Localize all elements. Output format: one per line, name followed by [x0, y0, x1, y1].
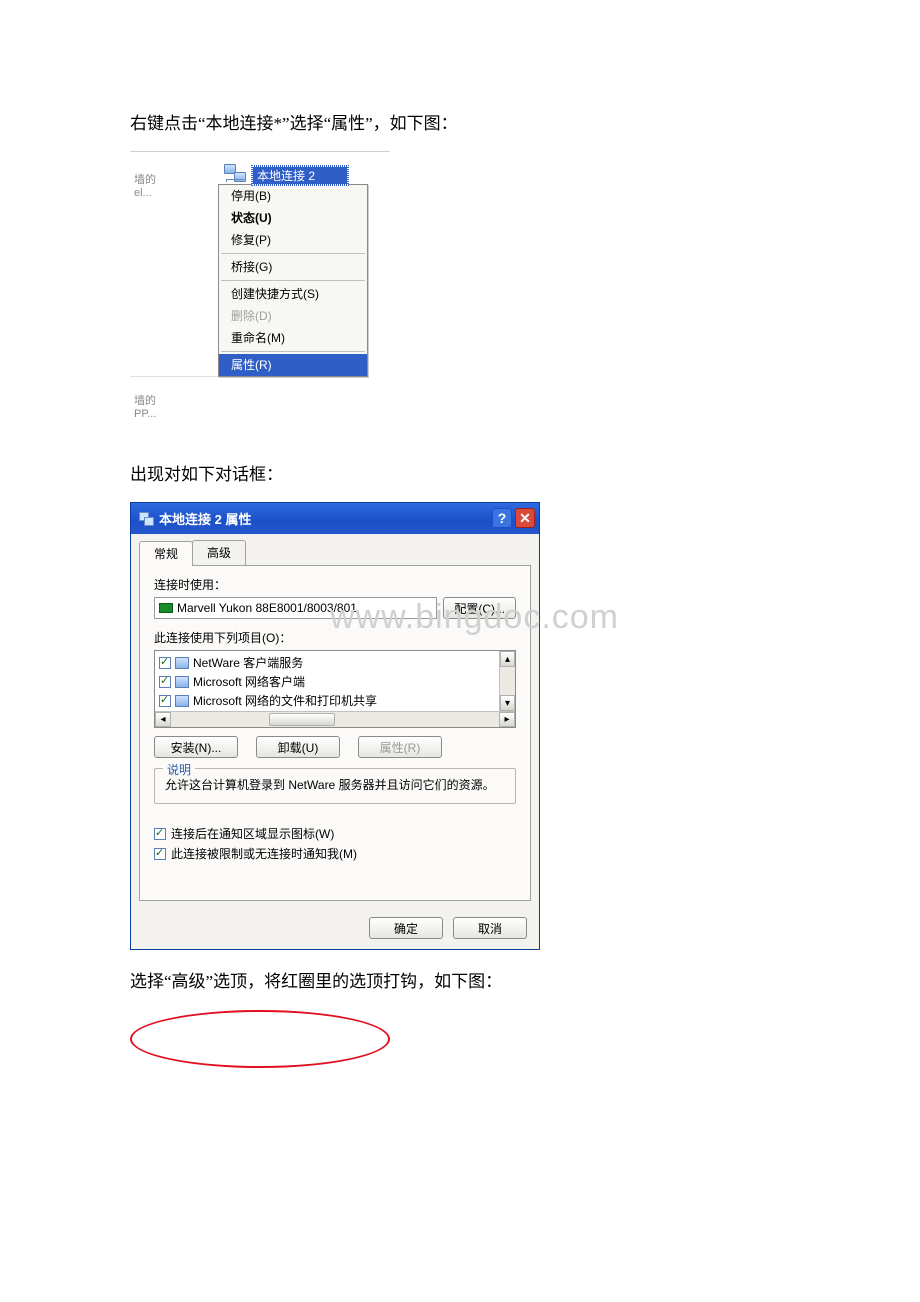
paragraph-3: 选择“高级”选顶，将红圈里的选顶打钩，如下图： [130, 968, 790, 995]
list-item[interactable]: Microsoft 网络的文件和打印机共享 [155, 691, 515, 710]
menu-bridge[interactable]: 桥接(G) [219, 256, 367, 278]
item-label: Microsoft 网络客户端 [193, 673, 305, 690]
tab-strip: 常规 高级 [131, 534, 539, 565]
scroll-up-icon[interactable]: ▴ [500, 651, 515, 667]
description-groupbox: 说明 允许这台计算机登录到 NetWare 服务器并且访问它们的资源。 [154, 768, 516, 804]
tab-body-general: 连接时使用： Marvell Yukon 88E8001/8003/801 配置… [139, 565, 531, 901]
adapter-name: Marvell Yukon 88E8001/8003/801 [177, 601, 357, 615]
notify-label: 此连接被限制或无连接时通知我(M) [171, 845, 357, 862]
cancel-button[interactable]: 取消 [453, 917, 527, 939]
menu-rename[interactable]: 重命名(M) [219, 327, 367, 349]
description-text: 允许这台计算机登录到 NetWare 服务器并且访问它们的资源。 [165, 777, 505, 793]
ok-button[interactable]: 确定 [369, 917, 443, 939]
paragraph-1: 右键点击“本地连接*”选择“属性”，如下图： [130, 110, 790, 137]
help-button[interactable]: ? [492, 508, 512, 528]
connection-name-selected[interactable]: 本地连接 2 [252, 166, 348, 185]
service-icon [175, 695, 189, 707]
uninstall-button[interactable]: 卸载(U) [256, 736, 340, 758]
gutter-text: 墙的 [134, 174, 214, 187]
network-card-icon [159, 603, 173, 613]
checkbox-icon[interactable] [154, 848, 166, 860]
show-icon-label: 连接后在通知区域显示图标(W) [171, 825, 334, 842]
checkbox-icon[interactable] [159, 657, 171, 669]
notify-checkbox-row[interactable]: 此连接被限制或无连接时通知我(M) [154, 845, 516, 862]
dialog-title: 本地连接 2 属性 [159, 509, 251, 528]
menu-disable[interactable]: 停用(B) [219, 185, 367, 207]
tab-advanced[interactable]: 高级 [192, 540, 246, 565]
checkbox-icon[interactable] [159, 676, 171, 688]
gutter-text: 墙的 [134, 395, 214, 408]
menu-separator [221, 351, 365, 352]
title-bar[interactable]: 本地连接 2 属性 ? ✕ [131, 503, 539, 534]
gutter-text: PP... [134, 408, 214, 421]
left-gutter-1: 墙的 el... [130, 156, 218, 377]
item-label: Microsoft 网络的文件和打印机共享 [193, 692, 377, 709]
adapter-field: Marvell Yukon 88E8001/8003/801 [154, 597, 437, 619]
menu-separator [221, 253, 365, 254]
paragraph-2: 出现对如下对话框： [130, 461, 790, 488]
tab-general[interactable]: 常规 [139, 541, 193, 566]
service-icon [175, 657, 189, 669]
label-this-connection-items: 此连接使用下列项目(O)： [154, 629, 516, 646]
scroll-down-icon[interactable]: ▾ [500, 695, 515, 711]
menu-status[interactable]: 状态(U) [219, 207, 367, 229]
red-ellipse-icon [130, 1010, 390, 1068]
close-button[interactable]: ✕ [515, 508, 535, 528]
checkbox-icon[interactable] [159, 695, 171, 707]
properties-dialog: 本地连接 2 属性 ? ✕ 常规 高级 连接时使用： Marvell Yukon… [130, 502, 540, 950]
item-properties-button: 属性(R) [358, 736, 442, 758]
menu-create-shortcut[interactable]: 创建快捷方式(S) [219, 283, 367, 305]
menu-properties[interactable]: 属性(R) [219, 354, 367, 376]
red-circle-annotation [130, 1010, 790, 1068]
list-item[interactable]: NetWare 客户端服务 [155, 653, 515, 672]
menu-separator [221, 280, 365, 281]
connection-items-listbox[interactable]: NetWare 客户端服务 Microsoft 网络客户端 Microsoft … [154, 650, 516, 728]
scroll-left-icon[interactable]: ◂ [155, 712, 171, 727]
scroll-right-icon[interactable]: ▸ [499, 712, 515, 727]
gutter-text: el... [134, 187, 214, 200]
menu-delete: 删除(D) [219, 305, 367, 327]
left-gutter-2: 墙的 PP... [130, 377, 218, 421]
list-item[interactable]: Microsoft 网络客户端 [155, 672, 515, 691]
label-connect-using: 连接时使用： [154, 576, 516, 593]
horizontal-scrollbar[interactable]: ◂ ▸ [155, 711, 515, 727]
install-button[interactable]: 安装(N)... [154, 736, 238, 758]
screenshot-context-menu: 墙的 el... 本地连接 2 停用(B) 状态(U) 修复(P) 桥接(G) … [130, 151, 390, 421]
description-legend: 说明 [163, 761, 195, 778]
network-connection-icon[interactable] [224, 164, 250, 186]
vertical-scrollbar[interactable]: ▴ ▾ [499, 651, 515, 711]
show-icon-checkbox-row[interactable]: 连接后在通知区域显示图标(W) [154, 825, 516, 842]
dialog-footer: 确定 取消 [131, 909, 539, 949]
network-icon [139, 512, 153, 524]
checkbox-icon[interactable] [154, 828, 166, 840]
menu-repair[interactable]: 修复(P) [219, 229, 367, 251]
scroll-thumb[interactable] [269, 713, 335, 726]
configure-button[interactable]: 配置(C)... [443, 597, 516, 619]
context-menu: 停用(B) 状态(U) 修复(P) 桥接(G) 创建快捷方式(S) 删除(D) … [218, 184, 368, 377]
item-label: NetWare 客户端服务 [193, 654, 303, 671]
service-icon [175, 676, 189, 688]
